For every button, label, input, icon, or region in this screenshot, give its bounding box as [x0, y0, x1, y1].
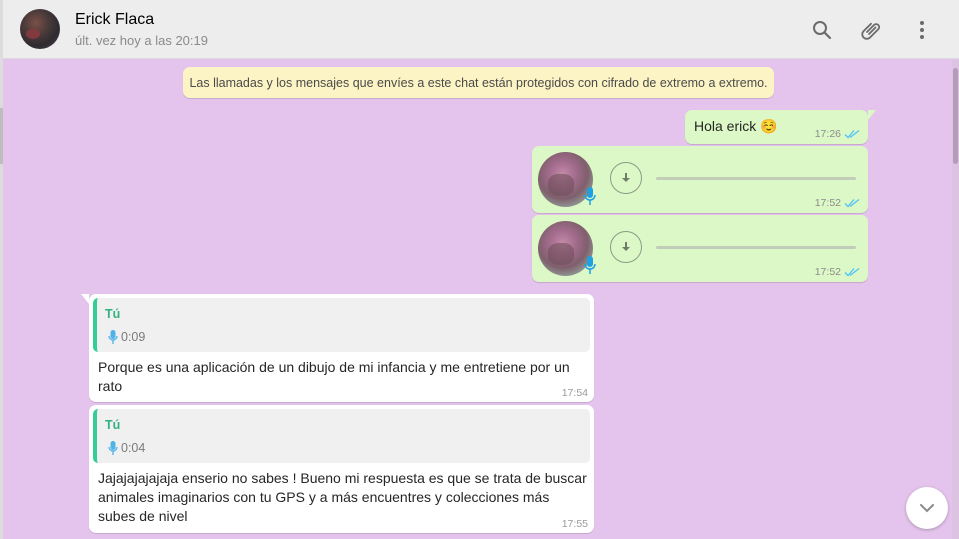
quoted-voice-message[interactable]: Tú 0:04 [93, 409, 590, 463]
message-time: 17:54 [561, 387, 588, 399]
attach-icon[interactable] [860, 18, 884, 42]
message-meta: 17:52 [815, 266, 860, 278]
contact-avatar[interactable] [20, 9, 60, 49]
encryption-notice[interactable]: Las llamadas y los mensajes que envíes a… [183, 67, 774, 98]
search-icon[interactable] [810, 18, 834, 42]
chat-scrollbar[interactable] [952, 60, 959, 539]
chat-header: Erick Flaca últ. vez hoy a las 20:19 [3, 0, 959, 59]
quoted-voice-message[interactable]: Tú 0:09 [93, 298, 590, 352]
message-incoming-reply[interactable]: Tú 0:04 Jajajajajajaja enserio no sabes … [89, 405, 594, 533]
message-text: Jajajajajajaja enserio no sabes ! Bueno … [98, 470, 587, 524]
quote-duration: 0:04 [121, 441, 146, 455]
message-meta: 17:52 [815, 197, 860, 209]
read-receipt-icon [844, 198, 860, 208]
left-panel-mark [0, 108, 3, 164]
microphone-icon [108, 330, 118, 344]
chevron-down-icon [920, 504, 934, 513]
contact-name[interactable]: Erick Flaca [75, 11, 154, 29]
message-meta: 17:26 [815, 128, 860, 140]
download-voice-button[interactable] [610, 231, 642, 263]
quote-author: Tú [105, 307, 121, 321]
smile-emoji: ☺️ [760, 118, 778, 134]
download-voice-button[interactable] [610, 162, 642, 194]
scroll-to-bottom-button[interactable] [906, 487, 948, 529]
download-icon [622, 242, 630, 251]
microphone-icon [584, 256, 596, 274]
message-time: 17:26 [814, 128, 841, 140]
contact-last-seen: últ. vez hoy a las 20:19 [75, 33, 208, 48]
left-panel-edge [0, 0, 3, 539]
menu-icon[interactable] [910, 18, 934, 42]
message-text: Porque es una aplicación de un dibujo de… [98, 359, 570, 394]
scrollbar-thumb[interactable] [953, 68, 958, 164]
message-outgoing-voice[interactable]: 17:52 [532, 215, 868, 282]
message-outgoing-voice[interactable]: 17:52 [532, 146, 868, 213]
download-icon [622, 173, 630, 182]
message-incoming-reply[interactable]: Tú 0:09 Porque es una aplicación de un d… [81, 294, 594, 402]
quote-author: Tú [105, 418, 121, 432]
voice-progress-track[interactable] [656, 246, 856, 249]
read-receipt-icon [844, 129, 860, 139]
message-text: Hola erick [694, 118, 757, 134]
message-time: 17:52 [814, 197, 841, 209]
message-time: 17:55 [561, 518, 588, 530]
quote-duration: 0:09 [121, 330, 146, 344]
microphone-icon [108, 441, 118, 455]
message-outgoing-text[interactable]: Hola erick ☺️ 17:26 [685, 110, 876, 144]
read-receipt-icon [844, 267, 860, 277]
voice-progress-track[interactable] [656, 177, 856, 180]
microphone-icon [584, 187, 596, 205]
message-time: 17:52 [814, 266, 841, 278]
